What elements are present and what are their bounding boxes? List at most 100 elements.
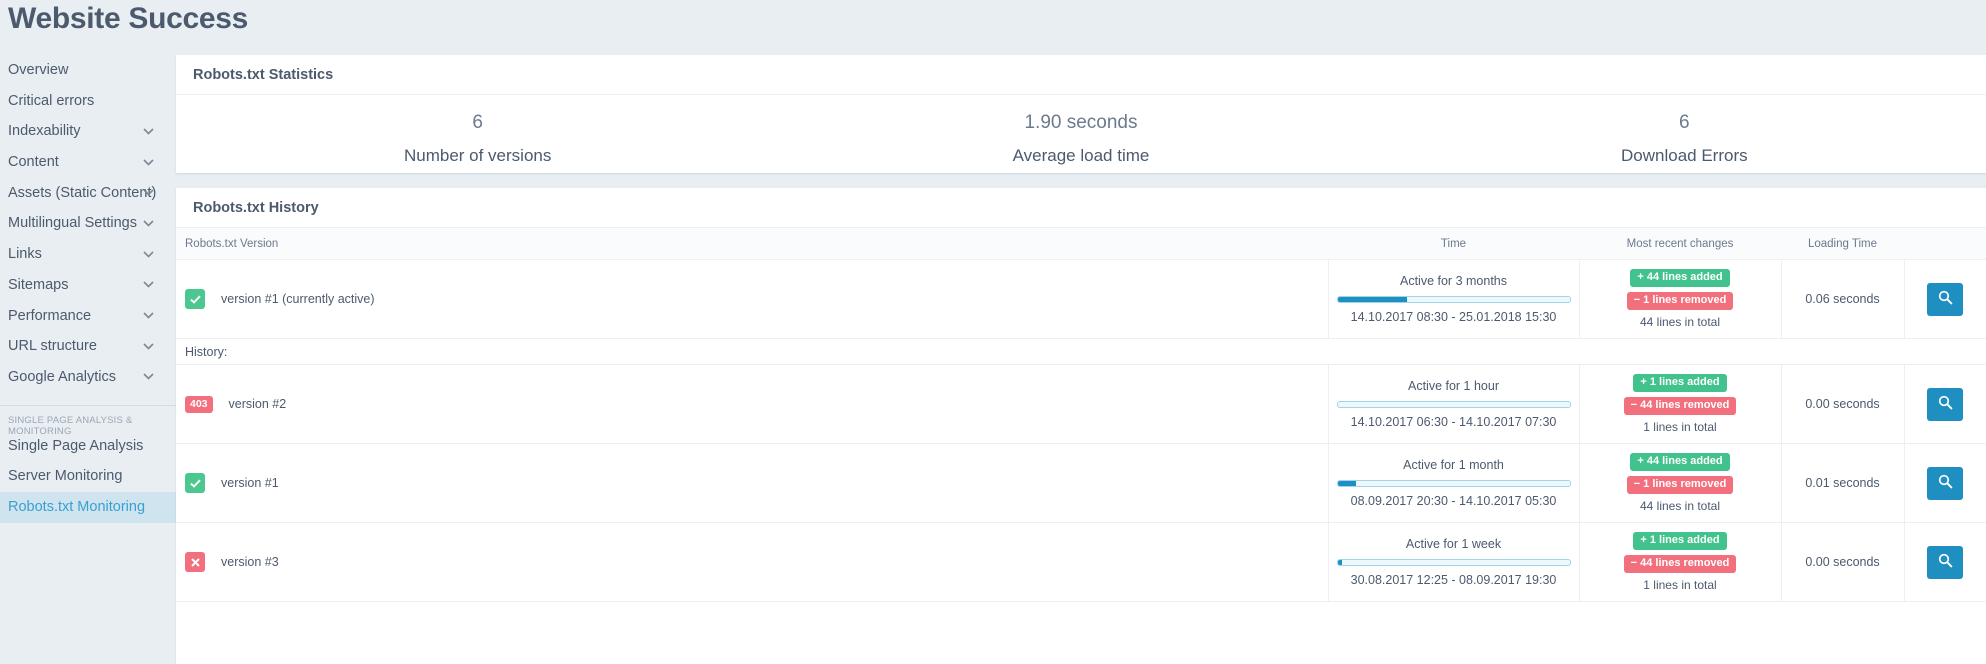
stat-label: Average load time [1012,146,1150,165]
sidebar-item-links[interactable]: Links [0,239,176,270]
lines-added-badge: + 1 lines added [1633,532,1727,550]
view-version-button[interactable] [1927,466,1964,500]
history-label-cell: History: [176,338,1986,365]
sidebar-item-label: Content [8,154,59,171]
lines-total-label: 44 lines in total [1639,315,1721,329]
column-header-action [1904,228,1986,260]
changes-cell: + 1 lines added − 44 lines removed 1 lines… [1578,522,1781,602]
lines-added-badge: + 44 lines added [1630,453,1730,471]
sidebar-item-label: URL structure [8,338,97,355]
check-icon [185,289,205,309]
column-header-version[interactable]: Robots.txt Version [176,228,1328,260]
sidebar: Overview Critical errors Indexability Conte… [0,55,176,664]
loading-time-value: 0.00 seconds [1805,397,1880,411]
sidebar-item-google-analytics[interactable]: Google Analytics [0,362,176,393]
changes-cell: + 44 lines added − 1 lines removed 44 line… [1578,259,1781,339]
stat-block: 6 Download Errors [1383,95,1986,172]
column-header-changes[interactable]: Most recent changes [1579,228,1781,260]
sidebar-item-label: Assets (Static Content) [8,184,157,201]
sidebar-item-label: Overview [8,62,69,78]
loading-time-cell: 0.00 seconds [1780,522,1904,602]
version-label: version #3 [221,555,279,569]
chevron-down-icon [143,116,154,147]
history-label-row: History: [176,338,1986,365]
duration-progress-bar [1336,296,1571,303]
sidebar-item-performance[interactable]: Performance [0,301,176,332]
duration-progress-bar [1336,401,1571,408]
sidebar-item-robots-txt-monitoring[interactable]: Robots.txt Monitoring [0,491,176,523]
table-row[interactable]: 403 version #2 Active for 1 hour 14.10.2017… [176,364,1986,444]
sidebar-section-label: SINGLE PAGE ANALYSIS & MONITORING [0,404,176,437]
sidebar-item-overview[interactable]: Overview [0,55,176,86]
loading-time-value: 0.06 seconds [1805,292,1880,306]
version-cell: 403 version #2 [176,364,1328,444]
table-row[interactable]: version #1 (currently active) Active for … [176,259,1986,339]
stat-value: 6 [472,112,483,133]
lines-total-label: 44 lines in total [1639,499,1721,513]
sidebar-item-label: Indexability [8,123,81,140]
time-cell: Active for 1 week 30.08.2017 12:25 - 08.0… [1327,522,1579,602]
lines-removed-badge: − 44 lines removed [1623,555,1737,573]
chevron-down-icon [143,208,154,239]
stat-value: 6 [1679,112,1690,133]
check-icon [185,473,205,493]
active-range: 30.08.2017 12:25 - 08.09.2017 19:30 [1350,573,1557,587]
sidebar-item-sitemaps[interactable]: Sitemaps [0,270,176,301]
loading-time-cell: 0.00 seconds [1780,364,1904,444]
stat-block: 6 Number of versions [176,95,779,172]
active-range: 14.10.2017 08:30 - 25.01.2018 15:30 [1350,310,1557,324]
view-version-button[interactable] [1927,387,1964,421]
robots-history-table: Robots.txt Version Time Most recent chan… [176,228,1986,602]
lines-total-label: 1 lines in total [1643,420,1717,434]
chevron-down-icon [143,239,154,270]
version-label: version #2 [228,397,287,411]
loading-time-cell: 0.01 seconds [1780,443,1904,523]
table-row[interactable]: version #3 Active for 1 week 30.08.2017 12… [176,522,1986,602]
column-header-time[interactable]: Time [1328,228,1579,260]
sidebar-item-multilingual-settings[interactable]: Multilingual Settings [0,208,176,239]
cross-icon [185,552,205,572]
sidebar-item-single-page-analysis[interactable]: Single Page Analysis [0,431,176,462]
search-icon [1938,290,1953,308]
chevron-down-icon [143,270,154,301]
statistics-row: 6 Number of versions 1.90 seconds Average l… [176,95,1986,172]
action-cell [1903,364,1986,444]
stat-label: Number of versions [403,146,552,165]
active-range: 14.10.2017 06:30 - 14.10.2017 07:30 [1350,415,1557,429]
stat-label: Download Errors [1621,146,1748,165]
sidebar-item-indexability[interactable]: Indexability [0,116,176,147]
sidebar-item-assets-static-content[interactable]: Assets (Static Content) [0,178,176,209]
active-duration: Active for 3 months [1400,274,1507,288]
stat-block: 1.90 seconds Average load time [779,95,1382,172]
view-version-button[interactable] [1927,282,1964,316]
version-label: version #1 [221,476,279,490]
column-header-loading[interactable]: Loading Time [1781,228,1904,260]
table-row[interactable]: version #1 Active for 1 month 08.09.2017 2… [176,443,1986,523]
version-cell: version #1 (currently active) [176,259,1328,339]
active-range: 08.09.2017 20:30 - 14.10.2017 05:30 [1350,494,1557,508]
sidebar-item-url-structure[interactable]: URL structure [0,331,176,362]
sidebar-item-critical-errors[interactable]: Critical errors [0,86,176,117]
robots-statistics-card: Robots.txt Statistics 6 Number of version… [176,55,1986,173]
sidebar-item-label: Performance [8,307,92,324]
chevron-down-icon [143,178,154,209]
sidebar-item-label: Sitemaps [8,276,69,293]
version-cell: version #1 [176,443,1328,523]
sidebar-item-server-monitoring[interactable]: Server Monitoring [0,461,176,492]
search-icon [1938,474,1953,492]
lines-total-label: 1 lines in total [1643,578,1717,592]
sidebar-item-label: Single Page Analysis [8,437,144,454]
chevron-down-icon [143,331,154,362]
sidebar-item-content[interactable]: Content [0,147,176,178]
chevron-down-icon [143,362,154,393]
sidebar-item-label: Server Monitoring [8,468,123,485]
sidebar-item-label: Links [8,246,42,263]
version-label: version #1 (currently active) [221,292,375,306]
time-cell: Active for 1 hour 14.10.2017 06:30 - 14.1… [1327,364,1579,444]
sidebar-item-label: Google Analytics [8,368,117,385]
lines-added-badge: + 1 lines added [1633,374,1727,392]
robots-statistics-title: Robots.txt Statistics [176,55,1986,95]
view-version-button[interactable] [1927,545,1964,579]
action-cell [1903,522,1986,602]
lines-removed-badge: − 1 lines removed [1626,476,1734,494]
